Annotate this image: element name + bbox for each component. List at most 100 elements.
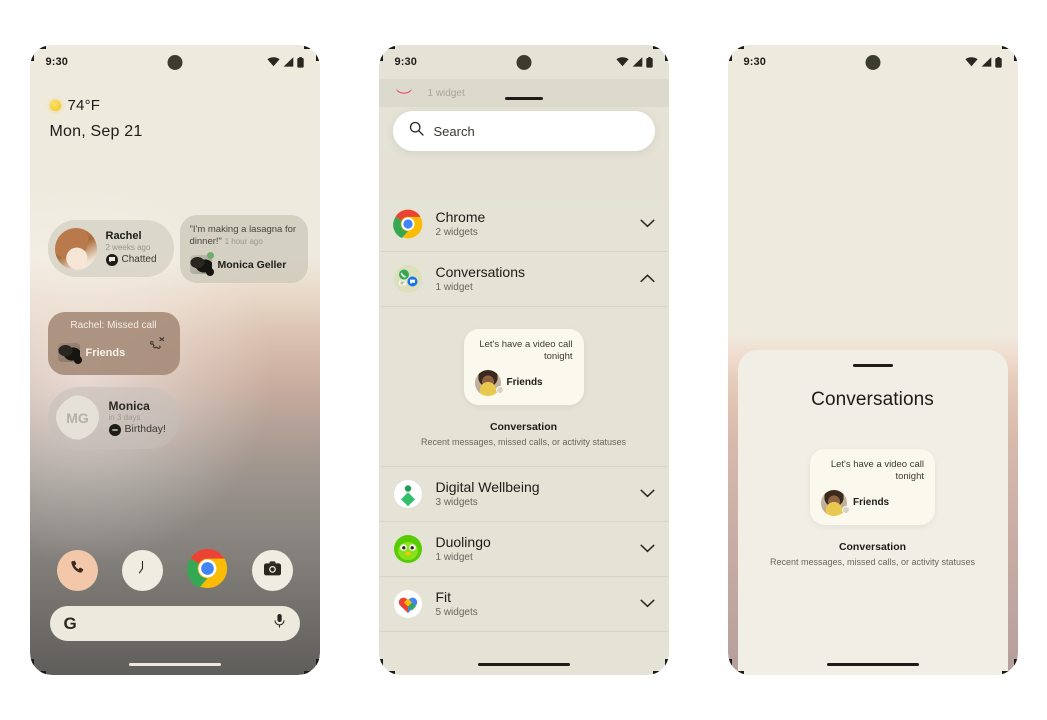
preview-message: Let's have a video call tonight — [479, 339, 573, 363]
widget-contact-name: Monica — [108, 399, 150, 413]
widget-quote-text: "I'm making a lasagna for dinner!" 1 hou… — [189, 224, 297, 248]
dock-item-chrome[interactable] — [186, 548, 228, 594]
rachel-avatar — [54, 227, 97, 270]
obscured-app-row — [378, 151, 669, 199]
sheet-drag-handle[interactable] — [504, 97, 543, 100]
app-name: Digital Wellbeing — [435, 479, 540, 496]
gesture-nav-bar[interactable] — [128, 663, 221, 666]
chevron-down-icon[interactable] — [639, 540, 655, 558]
app-name: Conversations — [435, 264, 526, 281]
app-row-conversations[interactable]: Conversations 1 widget — [378, 252, 669, 307]
status-bar-clock: 9:30 — [394, 56, 417, 68]
at-a-glance-widget[interactable]: 74°F Mon, Sep 21 — [49, 97, 143, 141]
digital-wellbeing-icon — [393, 479, 423, 509]
preview-contact: Friends — [506, 377, 543, 389]
app-name: Fit — [435, 589, 452, 606]
phone-conversations-sheet: 9:30 Conversations Let's have a video ca… — [727, 45, 1018, 675]
preview-title: Conversation — [838, 540, 907, 553]
date-text: Mon, Sep 21 — [49, 123, 143, 140]
status-pill-icon — [842, 505, 850, 514]
online-status-dot — [206, 252, 214, 260]
camera-icon — [263, 560, 282, 582]
widget-preview-card[interactable]: Let's have a video call tonight Friends — [463, 329, 584, 405]
app-widget-count: 5 widgets — [435, 606, 478, 618]
app-list: Chrome 2 widgets Conversations 1 widget … — [378, 197, 669, 675]
preview-title: Conversation — [489, 420, 558, 433]
widget-monica-birthday[interactable]: MG Monica in 3 days Birthday! — [47, 387, 180, 449]
preview-description: Recent messages, missed calls, or activi… — [420, 436, 627, 447]
battery-icon — [296, 56, 304, 68]
status-bar: 9:30 — [30, 45, 320, 79]
chevron-down-icon[interactable] — [639, 485, 655, 503]
battery-icon — [645, 56, 653, 68]
microphone-icon[interactable] — [273, 613, 286, 634]
app-widget-count: 2 widgets — [435, 226, 478, 238]
phone-home-screen: 9:30 74°F Mon, Sep 21 Rachel 2 weeks ago… — [29, 45, 320, 675]
bottom-sheet: Conversations Let's have a video call to… — [737, 350, 1008, 675]
widget-timestamp: in 3 days — [108, 412, 141, 422]
app-widget-count: 1 widget — [435, 551, 473, 563]
widget-contact-name: Monica Geller — [217, 258, 287, 271]
wifi-icon — [266, 57, 280, 67]
widget-quote-timestamp: 1 hour ago — [224, 237, 263, 247]
status-bar: 9:30 — [379, 45, 669, 79]
app-icon — [393, 82, 415, 104]
friend-avatar — [474, 369, 504, 396]
app-badge-dot — [205, 268, 214, 277]
battery-icon — [994, 56, 1002, 68]
phone-widget-picker: 9:30 1 widget Search Chrome 2 widgets Co… — [378, 45, 669, 675]
widget-contact-name: Rachel — [105, 230, 142, 243]
gesture-nav-bar[interactable] — [826, 663, 919, 666]
google-search-bar[interactable]: G — [49, 606, 300, 641]
temperature-text: 74°F — [67, 97, 101, 114]
avatar-initials: MG — [55, 395, 100, 440]
dock-item-clock[interactable] — [121, 550, 163, 591]
widget-monica-geller-status[interactable]: "I'm making a lasagna for dinner!" 1 hou… — [179, 215, 308, 283]
clock-icon — [132, 558, 153, 584]
chrome-icon — [186, 548, 228, 594]
preview-description: Recent messages, missed calls, or activi… — [769, 556, 976, 567]
app-row-fit[interactable]: Fit 5 widgets — [378, 576, 669, 632]
app-row-digital-wellbeing[interactable]: Digital Wellbeing 3 widgets — [378, 466, 669, 522]
app-row-chrome[interactable]: Chrome 2 widgets — [378, 197, 669, 252]
birthday-badge-icon — [108, 423, 121, 436]
chevron-down-icon[interactable] — [639, 595, 655, 613]
signal-icon — [981, 57, 992, 67]
app-row-duolingo[interactable]: Duolingo 1 widget — [378, 521, 669, 577]
status-pill-icon — [495, 385, 504, 394]
widget-preview-card[interactable]: Let's have a video call tonight Friends — [810, 449, 935, 525]
chevron-down-icon[interactable] — [639, 215, 655, 233]
conversations-widget-preview[interactable]: Let's have a video call tonight Friends … — [378, 307, 669, 467]
widget-status-text: Birthday! — [124, 423, 166, 436]
status-bar-clock: 9:30 — [45, 56, 68, 68]
app-widget-count: 1 widget — [435, 281, 473, 293]
sheet-drag-handle[interactable] — [852, 364, 893, 367]
chrome-icon — [392, 209, 423, 239]
missed-call-group: Friends — [85, 346, 126, 359]
wifi-icon — [615, 57, 629, 67]
fit-icon — [393, 589, 423, 619]
missed-call-title: Rachel: Missed call — [70, 320, 157, 331]
message-bubble-icon — [105, 253, 118, 266]
partial-app-row[interactable]: 1 widget — [378, 79, 669, 107]
screenshot-stage: 9:30 74°F Mon, Sep 21 Rachel 2 weeks ago… — [0, 0, 1047, 720]
dock-item-camera[interactable] — [251, 550, 293, 591]
app-widget-count: 3 widgets — [435, 496, 478, 508]
conversations-icon — [393, 264, 423, 294]
gesture-nav-bar[interactable] — [477, 663, 570, 666]
app-widget-count: 1 widget — [427, 88, 465, 99]
app-name: Duolingo — [435, 534, 491, 551]
search-placeholder: Search — [433, 123, 475, 139]
friends-avatar — [57, 343, 82, 364]
search-icon — [409, 121, 424, 141]
app-badge-dot — [73, 356, 82, 364]
widget-rachel-chatted[interactable]: Rachel 2 weeks ago Chatted — [47, 220, 174, 277]
chevron-up-icon[interactable] — [639, 270, 655, 288]
missed-call-icon — [149, 336, 166, 355]
widget-rachel-missed-call[interactable]: Rachel: Missed call Friends — [47, 312, 180, 375]
preview-contact: Friends — [853, 497, 890, 509]
app-name: Chrome — [435, 209, 486, 226]
search-input[interactable]: Search — [392, 111, 655, 151]
widget-status-text: Chatted — [121, 253, 157, 265]
dock-item-phone[interactable] — [56, 550, 98, 591]
